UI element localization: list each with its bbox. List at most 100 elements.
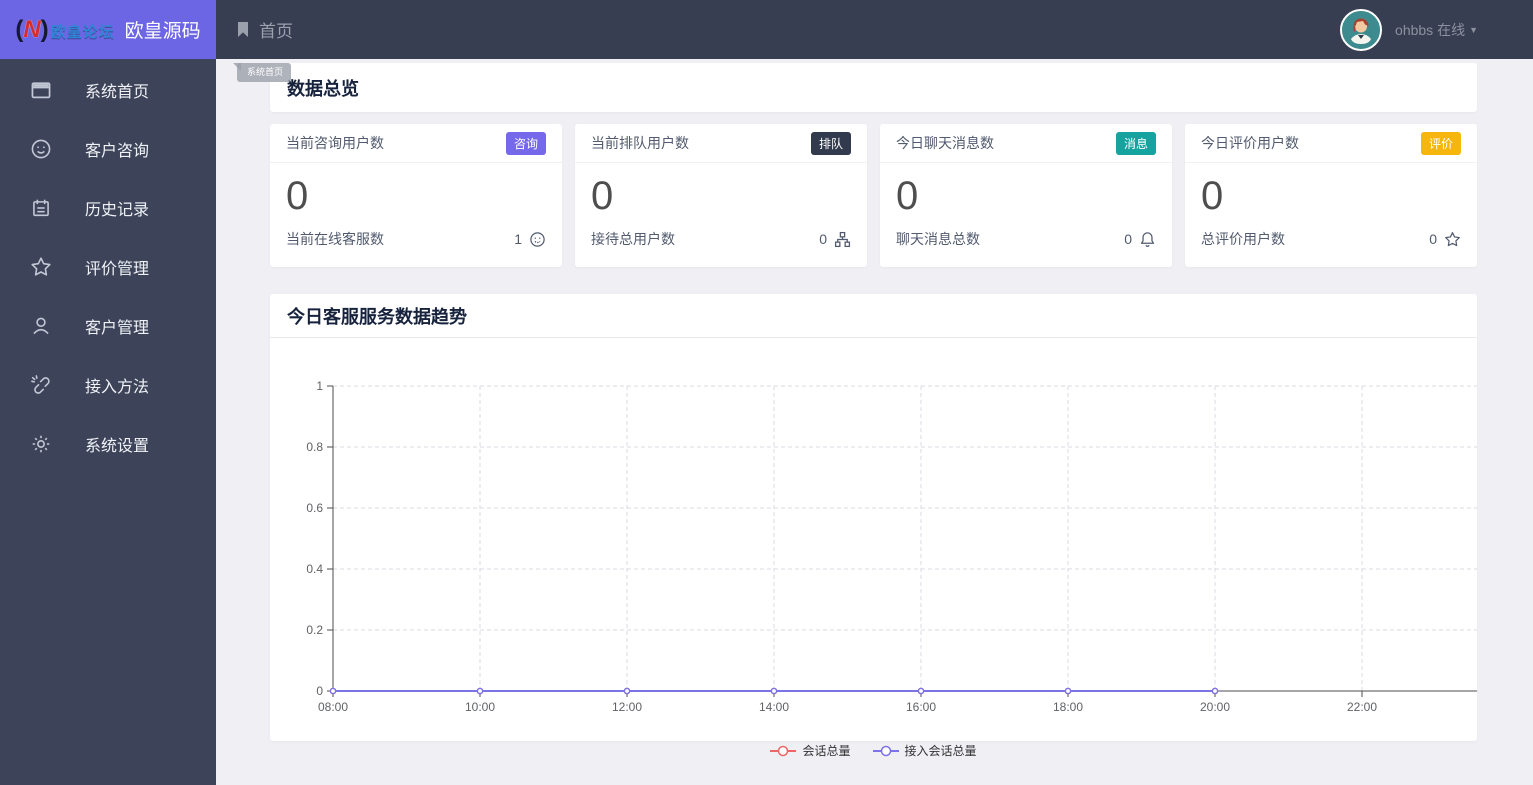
card-header: 今日评价用户数 评价	[1185, 124, 1477, 163]
status-badge: 排队	[810, 131, 851, 155]
card-header: 当前咨询用户数 咨询	[270, 124, 562, 163]
card-footer-value: 0	[819, 231, 827, 247]
card-footer: 总评价用户数 0	[1185, 219, 1477, 259]
svg-text:0: 0	[316, 684, 323, 698]
bookmark-icon	[236, 21, 250, 38]
sidebar-item-label: 评价管理	[85, 260, 150, 278]
page-tab[interactable]: 系统首页	[232, 63, 292, 82]
chart-panel-header: 今日客服服务数据趋势	[270, 294, 1477, 338]
org-group-icon	[834, 231, 851, 248]
card-title: 今日评价用户数	[1201, 135, 1299, 151]
brand-subtitle: 欧皇论坛	[50, 23, 115, 41]
svg-text:10:00: 10:00	[465, 700, 495, 714]
stat-card-messages: 今日聊天消息数 消息 0 聊天消息总数 0	[880, 124, 1172, 267]
sidebar-item-label: 客户咨询	[85, 142, 150, 160]
sidebar-menu: 系统首页 客户咨询 历史记录 评价管理 客户管理 接入方法 系统设置	[0, 59, 216, 473]
stat-card-reviews: 今日评价用户数 评价 0 总评价用户数 0	[1185, 124, 1477, 267]
sidebar-item-review-management[interactable]: 评价管理	[0, 237, 216, 296]
sidebar-item-customer-consult[interactable]: 客户咨询	[0, 119, 216, 178]
sidebar-item-label: 系统设置	[85, 437, 150, 455]
svg-text:08:00: 08:00	[318, 700, 348, 714]
legend-label: 会话总量	[802, 744, 851, 758]
logo-paren-right: )	[40, 15, 49, 43]
sidebar: (N) 欧皇论坛 欧皇源码 系统首页 客户咨询 历史记录 评价管理 客户管理 接…	[0, 0, 216, 785]
legend-item[interactable]: 会话总量	[770, 742, 851, 759]
chart-body: 0 0.2 0.4 0.6 0.8 1 08:00 10:00 12:00 14:00 16:00 1…	[270, 338, 1477, 758]
brand-logo-area[interactable]: (N) 欧皇论坛 欧皇源码	[0, 0, 216, 59]
card-title: 今日聊天消息数	[896, 135, 994, 151]
card-footer-value: 1	[514, 231, 522, 247]
svg-text:0.2: 0.2	[306, 623, 323, 637]
svg-text:14:00: 14:00	[759, 700, 789, 714]
gear-icon	[30, 433, 52, 455]
sidebar-item-customer-management[interactable]: 客户管理	[0, 296, 216, 355]
chart-title: 今日客服服务数据趋势	[287, 306, 467, 327]
svg-text:1: 1	[316, 379, 323, 393]
sidebar-item-label: 客户管理	[85, 319, 150, 337]
sidebar-item-label: 接入方法	[85, 378, 150, 396]
legend-marker-icon	[770, 745, 797, 756]
main-content: 系统首页 数据总览 当前咨询用户数 咨询 0 当前在线客服数 1 当前排队用户数…	[216, 59, 1533, 785]
sidebar-item-access-method[interactable]: 接入方法	[0, 355, 216, 414]
sidebar-item-label: 系统首页	[85, 83, 150, 101]
star-icon	[1444, 231, 1461, 248]
broken-link-icon	[30, 374, 52, 396]
svg-text:12:00: 12:00	[612, 700, 642, 714]
card-value: 0	[591, 174, 614, 218]
svg-text:16:00: 16:00	[906, 700, 936, 714]
chart-legend: 会话总量 接入会话总量	[270, 742, 1477, 759]
card-footer-label: 接待总用户数	[591, 231, 675, 247]
smiley-icon	[30, 138, 52, 160]
stat-card-consulting: 当前咨询用户数 咨询 0 当前在线客服数 1	[270, 124, 562, 267]
brand-logo: (N) 欧皇论坛	[15, 16, 114, 44]
sidebar-item-history[interactable]: 历史记录	[0, 178, 216, 237]
smiley-icon	[529, 231, 546, 248]
legend-label: 接入会话总量	[904, 744, 977, 758]
card-value: 0	[896, 174, 919, 218]
avatar[interactable]	[1340, 8, 1383, 51]
legend-marker-icon	[872, 745, 899, 756]
svg-text:0.4: 0.4	[306, 562, 323, 576]
chart-panel: 今日客服服务数据趋势 0 0.2 0.4 0.6 0.8 1 08:00 10:00 12:00…	[270, 294, 1477, 758]
star-icon	[30, 256, 52, 278]
user-menu[interactable]: ohbbs 在线 ▼	[1340, 8, 1478, 51]
card-value: 0	[286, 174, 309, 218]
overview-title: 数据总览	[287, 78, 359, 99]
card-footer-value: 0	[1429, 231, 1437, 247]
card-header: 今日聊天消息数 消息	[880, 124, 1172, 163]
trend-line-chart[interactable]: 0 0.2 0.4 0.6 0.8 1 08:00 10:00 12:00 14:00 16:00 1…	[270, 338, 1477, 738]
card-footer: 当前在线客服数 1	[270, 219, 562, 259]
stat-card-queue: 当前排队用户数 排队 0 接待总用户数 0	[575, 124, 867, 267]
sidebar-item-system-settings[interactable]: 系统设置	[0, 414, 216, 473]
card-title: 当前咨询用户数	[286, 135, 384, 151]
notebook-icon	[30, 197, 52, 219]
chevron-down-icon: ▼	[1469, 24, 1478, 35]
card-footer: 聊天消息总数 0	[880, 219, 1172, 259]
card-footer-value: 0	[1124, 231, 1132, 247]
username-label: ohbbs 在线 ▼	[1395, 21, 1478, 38]
card-footer: 接待总用户数 0	[575, 219, 867, 259]
card-footer-label: 聊天消息总数	[896, 231, 980, 247]
stat-cards: 当前咨询用户数 咨询 0 当前在线客服数 1 当前排队用户数 排队 0 接待总用…	[270, 124, 1477, 267]
user-icon	[30, 315, 52, 337]
overview-panel-header: 数据总览	[270, 63, 1477, 112]
status-badge: 消息	[1115, 131, 1156, 155]
logo-letter: N	[23, 15, 41, 43]
brand-title: 欧皇源码	[124, 21, 201, 42]
svg-text:18:00: 18:00	[1053, 700, 1083, 714]
card-header: 当前排队用户数 排队	[575, 124, 867, 163]
window-icon	[30, 79, 52, 101]
sidebar-item-system-home[interactable]: 系统首页	[0, 60, 216, 119]
svg-text:0.6: 0.6	[306, 501, 323, 515]
status-badge: 评价	[1420, 131, 1461, 155]
topnav-home[interactable]: 首页	[236, 17, 293, 42]
svg-text:22:00: 22:00	[1347, 700, 1377, 714]
sidebar-item-label: 历史记录	[85, 201, 150, 219]
status-badge: 咨询	[505, 131, 546, 155]
card-title: 当前排队用户数	[591, 135, 689, 151]
svg-text:20:00: 20:00	[1200, 700, 1230, 714]
legend-item[interactable]: 接入会话总量	[872, 742, 977, 759]
topbar: 首页 ohbbs 在线 ▼	[216, 0, 1533, 59]
topnav-home-label: 首页	[259, 22, 293, 41]
card-value: 0	[1201, 174, 1224, 218]
